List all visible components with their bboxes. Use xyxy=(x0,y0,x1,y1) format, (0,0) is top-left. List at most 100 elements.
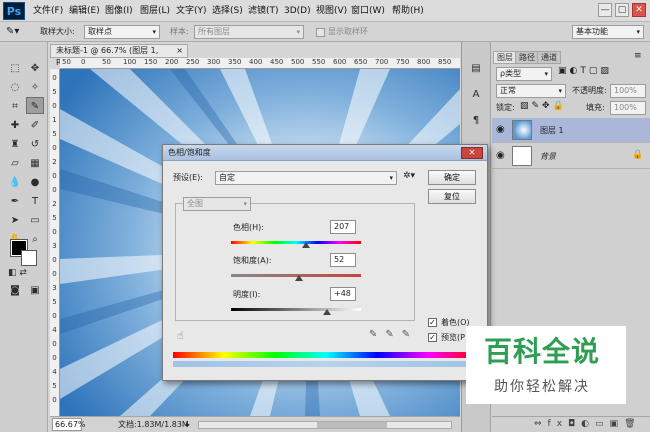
saturation-input[interactable]: 52 xyxy=(330,253,356,267)
menu-layer[interactable]: 图层(L) xyxy=(140,4,170,18)
trash-icon[interactable]: 🗑 xyxy=(624,419,641,429)
eye-icon[interactable]: ◉ xyxy=(496,150,505,161)
layer-filter-icons[interactable]: ▣◐T▢▨ xyxy=(558,66,612,76)
hue-saturation-dialog: 色相/饱和度 ✕ 预设(E): 自定 ▾ ✲▾ 确定 复位 全图 ▾ 色相(H): … xyxy=(162,144,488,381)
eyedropper-preset-icon[interactable]: ✎▾ xyxy=(6,25,32,39)
link-layers-icon[interactable]: ⇔ xyxy=(534,419,548,429)
lock-icons[interactable]: ▨✎✥🔒 xyxy=(520,101,567,111)
menu-help[interactable]: 帮助(H) xyxy=(392,4,424,18)
opacity-input[interactable]: 100% xyxy=(610,84,646,98)
lightness-slider-thumb[interactable] xyxy=(323,309,332,315)
menu-type[interactable]: 文字(Y) xyxy=(176,4,207,18)
close-tab-icon[interactable]: × xyxy=(176,45,183,57)
dialog-close-button[interactable]: ✕ xyxy=(461,147,483,159)
ruler-h-label: 600 xyxy=(333,58,347,66)
layer-row-layer1[interactable]: ◉ 图层 1 xyxy=(492,118,650,143)
hue-slider-track[interactable] xyxy=(231,241,361,244)
close-window-button[interactable]: ✕ xyxy=(632,3,646,17)
zoom-tool-icon[interactable]: ⌕ xyxy=(26,231,44,248)
healing-brush-icon[interactable]: ✚ xyxy=(6,117,24,134)
layer-filter-select[interactable]: ρ类型 ▾ xyxy=(496,67,552,81)
history-brush-icon[interactable]: ↺ xyxy=(26,136,44,153)
tab-layers[interactable]: 图层 xyxy=(493,51,517,64)
path-select-tool-icon[interactable]: ➤ xyxy=(6,212,24,229)
channel-select[interactable]: 全图 ▾ xyxy=(183,197,251,211)
lightness-input[interactable]: +48 xyxy=(330,287,356,301)
document-tab[interactable]: 未标题-1 @ 66.7% (图层 1, RGB/8) * × xyxy=(50,44,188,67)
scrollbar-thumb[interactable] xyxy=(317,422,387,428)
dodge-tool-icon[interactable]: ● xyxy=(26,174,44,191)
fx-icon[interactable]: fx xyxy=(548,419,569,429)
menu-filter[interactable]: 滤镜(T) xyxy=(248,4,279,18)
blend-mode-value: 正常 xyxy=(500,86,516,95)
hand-adjust-icon[interactable]: ☝ xyxy=(177,329,184,342)
menu-select[interactable]: 选择(S) xyxy=(212,4,243,18)
panel-menu-icon[interactable]: ≡ xyxy=(634,51,642,61)
gradient-tool-icon[interactable]: ▦ xyxy=(26,155,44,172)
hue-input[interactable]: 207 xyxy=(330,220,356,234)
menu-file[interactable]: 文件(F) xyxy=(33,4,63,18)
quick-select-tool-icon[interactable]: ✧ xyxy=(26,79,44,96)
mask-icon[interactable]: ◘ xyxy=(568,419,581,429)
blend-mode-select[interactable]: 正常 ▾ xyxy=(496,84,566,98)
screen-mode-icon[interactable]: ▣ xyxy=(26,282,44,299)
layer-row-background[interactable]: ◉ 背景 🔒 xyxy=(492,144,650,169)
clone-stamp-icon[interactable]: ♜ xyxy=(6,136,24,153)
minimize-button[interactable]: — xyxy=(598,3,612,17)
status-bar: 66.67% 文档:1.83M/1.83M ▸ xyxy=(50,416,460,432)
maximize-button[interactable]: ▢ xyxy=(615,3,629,17)
eyedropper-icons[interactable]: ✎✎✎ xyxy=(369,329,418,340)
blur-tool-icon[interactable]: 💧 xyxy=(6,174,24,191)
menu-window[interactable]: 窗口(W) xyxy=(351,4,385,18)
shape-tool-icon[interactable]: ▭ xyxy=(26,212,44,229)
preset-select[interactable]: 自定 ▾ xyxy=(215,171,397,185)
move-tool-icon[interactable]: ✥ xyxy=(26,60,44,77)
tab-paths[interactable]: 路径 xyxy=(515,51,539,64)
sample-size-select[interactable]: 取样点 ▾ xyxy=(84,25,160,39)
eyedropper-tool-icon[interactable]: ✎ xyxy=(26,97,44,114)
horizontal-scrollbar[interactable] xyxy=(198,421,452,429)
menu-edit[interactable]: 编辑(E) xyxy=(69,4,100,18)
eraser-tool-icon[interactable]: ▱ xyxy=(6,155,24,172)
history-panel-icon[interactable]: ▤ xyxy=(467,60,485,77)
tab-channels[interactable]: 通道 xyxy=(537,51,561,64)
type-tool-icon[interactable]: T xyxy=(26,193,44,210)
new-layer-icon[interactable]: ▣ xyxy=(610,419,625,429)
status-arrow-icon[interactable]: ▸ xyxy=(186,417,190,432)
brush-tool-icon[interactable]: ✐ xyxy=(26,117,44,134)
saturation-slider-thumb[interactable] xyxy=(294,275,303,281)
adjustment-icon[interactable]: ◐ xyxy=(581,419,595,429)
quick-mask-icon[interactable]: ◙ xyxy=(6,282,24,299)
eye-icon[interactable]: ◉ xyxy=(496,124,505,135)
chevron-down-icon: ▾ xyxy=(243,200,247,208)
menu-3d[interactable]: 3D(D) xyxy=(284,4,311,18)
show-ring-checkbox[interactable] xyxy=(316,28,325,37)
preset-options-gear-icon[interactable]: ✲▾ xyxy=(403,171,415,181)
ruler-v-label: 0 xyxy=(52,74,57,82)
colorize-checkbox[interactable]: ✓ xyxy=(428,318,437,327)
reset-button[interactable]: 复位 xyxy=(428,189,476,204)
group-icon[interactable]: ▭ xyxy=(595,419,610,429)
paragraph-panel-icon[interactable]: ¶ xyxy=(467,112,485,129)
lightness-slider-track[interactable] xyxy=(231,308,361,311)
character-panel-icon[interactable]: A xyxy=(467,86,485,103)
swap-colors-icon[interactable]: ◧ ⇄ xyxy=(8,268,36,282)
fill-input[interactable]: 100% xyxy=(610,101,646,115)
dialog-title-bar[interactable]: 色相/饱和度 ✕ xyxy=(163,145,487,161)
sample-select[interactable]: 所有图层 ▾ xyxy=(194,25,304,39)
pen-tool-icon[interactable]: ✒ xyxy=(6,193,24,210)
background-color-swatch[interactable] xyxy=(21,250,37,266)
hue-slider-thumb[interactable] xyxy=(301,242,310,248)
ruler-h-label: 50 xyxy=(62,58,71,66)
zoom-level[interactable]: 66.67% xyxy=(52,418,86,431)
marquee-tool-icon[interactable]: ⬚ xyxy=(6,60,24,77)
chevron-down-icon: ▾ xyxy=(296,28,300,36)
workspace-select[interactable]: 基本功能 ▾ xyxy=(572,25,644,39)
lasso-tool-icon[interactable]: ◌ xyxy=(6,79,24,96)
menu-image[interactable]: 图像(I) xyxy=(105,4,133,18)
preview-checkbox[interactable]: ✓ xyxy=(428,333,437,342)
crop-tool-icon[interactable]: ⌗ xyxy=(6,98,24,115)
menu-view[interactable]: 视图(V) xyxy=(316,4,347,18)
ok-button[interactable]: 确定 xyxy=(428,170,476,185)
preview-label: 预览(P) xyxy=(441,333,469,342)
